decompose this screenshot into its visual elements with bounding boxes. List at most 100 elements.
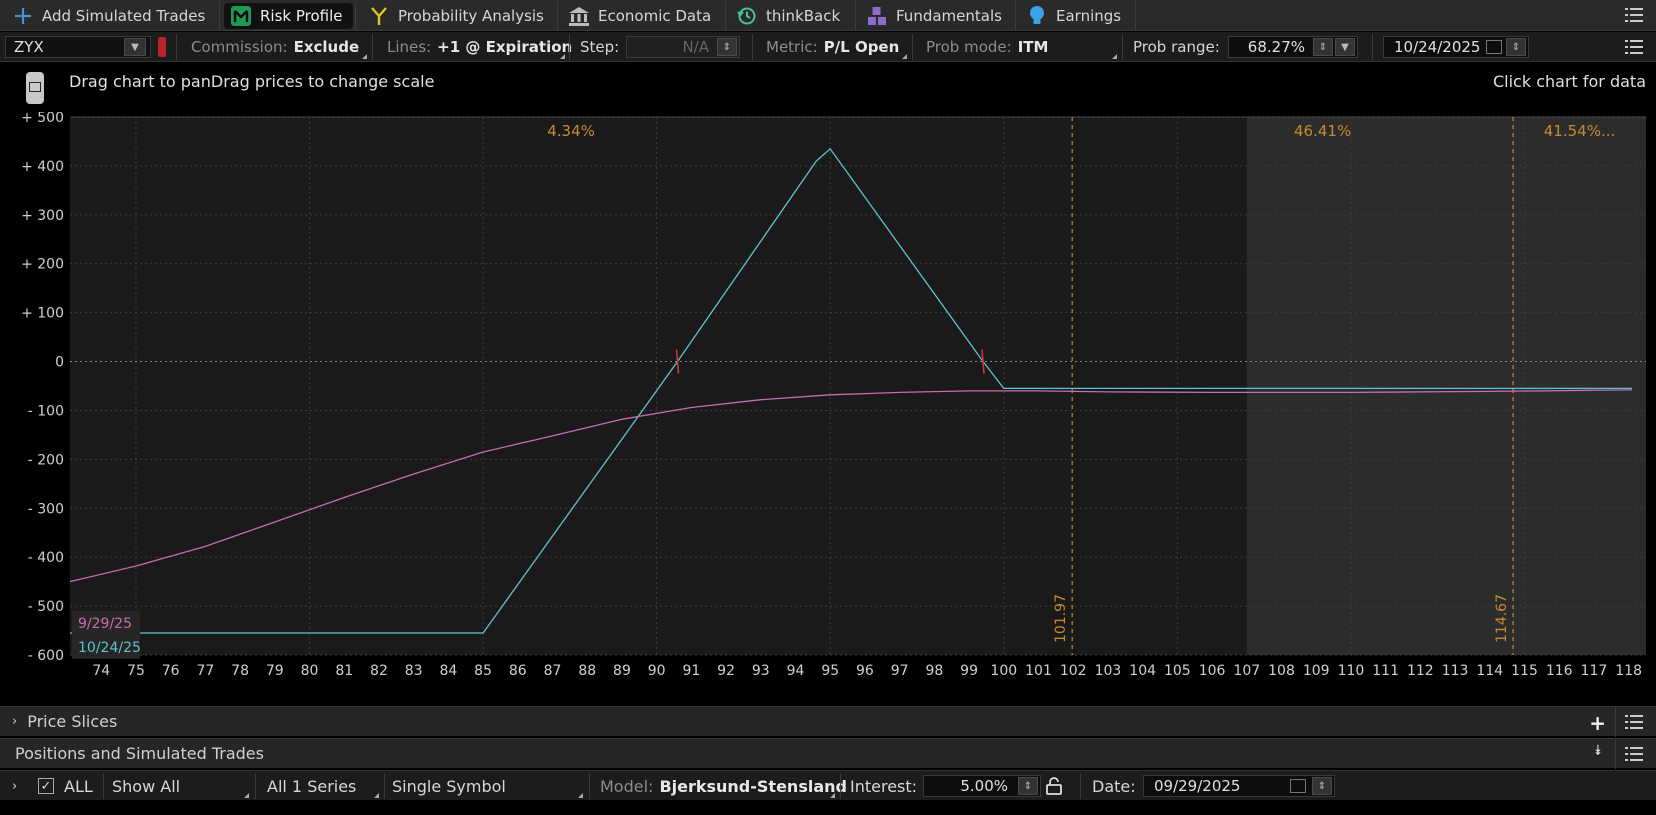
symbol-value: ZYX	[14, 38, 44, 56]
date-field[interactable]: 09/29/2025 ⇕	[1143, 771, 1335, 801]
x-tick-label: 113	[1442, 663, 1469, 679]
chevron-right-icon[interactable]: ›	[12, 771, 17, 801]
y-tick-label: - 200	[28, 452, 64, 468]
positions-title: Positions and Simulated Trades	[15, 744, 264, 763]
list-menu-icon	[1625, 715, 1643, 729]
interest-label: Interest:	[850, 776, 918, 796]
price-slices-title: Price Slices	[27, 712, 118, 731]
tab-add-simulated-trades[interactable]: Add Simulated Trades	[2, 1, 220, 30]
calendar-icon[interactable]	[1290, 779, 1306, 793]
show-all-selector[interactable]: Show All	[112, 771, 180, 801]
x-tick-label: 105	[1164, 663, 1191, 679]
x-tick-label: 115	[1511, 663, 1538, 679]
tab-label: Fundamentals	[896, 6, 1002, 25]
x-tick-label: 98	[925, 663, 943, 679]
x-tick-label: 74	[92, 663, 110, 679]
x-tick-label: 114	[1476, 663, 1503, 679]
probability-zone-percent: 41.54%...	[1544, 122, 1616, 140]
chart-settings-icon[interactable]	[26, 72, 44, 104]
blocks-icon	[866, 5, 888, 27]
metric-selector[interactable]: Metric: P/L Open	[766, 32, 899, 62]
tab-earnings[interactable]: Earnings	[1016, 1, 1136, 30]
y-tick-label: + 200	[21, 257, 64, 273]
lock-icon[interactable]	[1046, 771, 1062, 801]
single-symbol-selector[interactable]: Single Symbol	[392, 771, 506, 801]
x-tick-label: 89	[613, 663, 631, 679]
chevron-down-icon[interactable]: ▼	[1335, 38, 1355, 56]
x-tick-label: 108	[1268, 663, 1295, 679]
tabs-menu-button[interactable]	[1622, 3, 1646, 27]
y-tick-label: - 100	[28, 403, 64, 419]
positions-panel[interactable]: Positions and Simulated Trades ⯯	[0, 738, 1656, 769]
checkbox-checked-icon: ✓	[38, 778, 54, 794]
controls-menu-button[interactable]	[1622, 35, 1646, 59]
x-tick-label: 78	[231, 663, 249, 679]
y-tick-label: - 600	[28, 648, 64, 664]
tab-thinkback[interactable]: thinkBack	[726, 1, 856, 30]
symbol-link-icon[interactable]	[158, 32, 166, 62]
calendar-icon[interactable]	[1486, 40, 1502, 54]
step-field[interactable]: N/A ⇕	[626, 32, 740, 62]
select-all-checkbox[interactable]: ✓ ALL	[38, 771, 93, 801]
symbol-selector[interactable]: ZYX ▼	[5, 32, 151, 62]
prob-range-spinner-icon[interactable]: ⇕	[1313, 38, 1333, 56]
chevron-right-icon[interactable]: ›	[12, 714, 17, 729]
x-tick-label: 100	[990, 663, 1017, 679]
y-tick-label: + 100	[21, 306, 64, 322]
x-tick-label: 96	[856, 663, 874, 679]
tab-risk-profile[interactable]: Risk Profile	[220, 1, 356, 30]
list-menu-icon	[1625, 40, 1643, 54]
interest-field[interactable]: 5.00% ⇕	[923, 771, 1041, 801]
prob-range-label: Prob range:	[1133, 38, 1220, 56]
tab-economic-data[interactable]: Economic Data	[558, 1, 726, 30]
y-tick-label: + 400	[21, 159, 64, 175]
tab-label: Probability Analysis	[398, 6, 544, 25]
interest-spinner-icon[interactable]: ⇕	[1018, 777, 1038, 795]
risk-profile-controls: ZYX ▼ Commission: Exclude Lines: +1 @ Expi…	[0, 32, 1656, 62]
tab-probability-analysis[interactable]: Probability Analysis	[358, 1, 558, 30]
price-slices-panel[interactable]: › Price Slices +	[0, 706, 1656, 737]
otm-shaded-region	[1246, 117, 1646, 655]
tab-label: Earnings	[1056, 6, 1122, 25]
x-tick-label: 112	[1407, 663, 1434, 679]
probability-zone-percent: 4.34%	[547, 122, 595, 140]
add-price-slice-button[interactable]: +	[1589, 711, 1606, 735]
date-value: 09/29/2025	[1154, 777, 1241, 795]
top-tab-bar: Add Simulated Trades Risk Profile Probab…	[0, 0, 1656, 31]
x-tick-label: 111	[1372, 663, 1399, 679]
date-spinner-icon[interactable]: ⇕	[1312, 777, 1332, 795]
positions-filter-bar: › ✓ ALL Show All All 1 Series Single Sym…	[0, 770, 1656, 800]
x-tick-label: 93	[752, 663, 770, 679]
x-tick-label: 92	[717, 663, 735, 679]
lightbulb-icon	[1026, 5, 1048, 27]
commission-selector[interactable]: Commission: Exclude	[191, 32, 359, 62]
plus-icon	[12, 5, 34, 27]
y-tick-label: + 500	[21, 112, 64, 126]
x-tick-label: 103	[1095, 663, 1122, 679]
prob-mode-selector[interactable]: Prob mode: ITM	[926, 32, 1048, 62]
step-value: N/A	[682, 38, 709, 56]
date-label: Date:	[1092, 776, 1136, 796]
tab-fundamentals[interactable]: Fundamentals	[856, 1, 1016, 30]
model-selector[interactable]: Model: Bjerksund-Stensland	[600, 771, 847, 801]
probability-fork-icon	[368, 5, 390, 27]
prob-range-field[interactable]: 68.27% ⇕ ▼	[1228, 32, 1358, 62]
step-spinner-icon[interactable]: ⇕	[717, 38, 737, 56]
x-tick-label: 77	[196, 663, 214, 679]
expiration-date-field[interactable]: 10/24/2025 ⇕	[1383, 32, 1529, 62]
lines-selector[interactable]: Lines: +1 @ Expiration	[387, 32, 572, 62]
price-slices-menu-button[interactable]	[1622, 710, 1646, 734]
interest-value: 5.00%	[960, 777, 1008, 795]
x-tick-label: 106	[1199, 663, 1226, 679]
x-tick-label: 79	[266, 663, 284, 679]
risk-profile-chart[interactable]: + 500 + 400 + 300 + 200 + 100 0 - 100 - 200 - 30…	[0, 112, 1656, 684]
collapse-down-icon[interactable]: ⯯	[1594, 743, 1602, 759]
legend-entry: 9/29/25	[78, 616, 132, 632]
series-selector[interactable]: All 1 Series	[267, 771, 356, 801]
x-tick-label: 85	[474, 663, 492, 679]
x-tick-label: 97	[891, 663, 909, 679]
y-tick-label: - 400	[28, 550, 64, 566]
positions-menu-button[interactable]	[1622, 742, 1646, 766]
chart-data-hint[interactable]: Click chart for data	[1493, 72, 1646, 91]
date-spinner-icon[interactable]: ⇕	[1506, 38, 1526, 56]
